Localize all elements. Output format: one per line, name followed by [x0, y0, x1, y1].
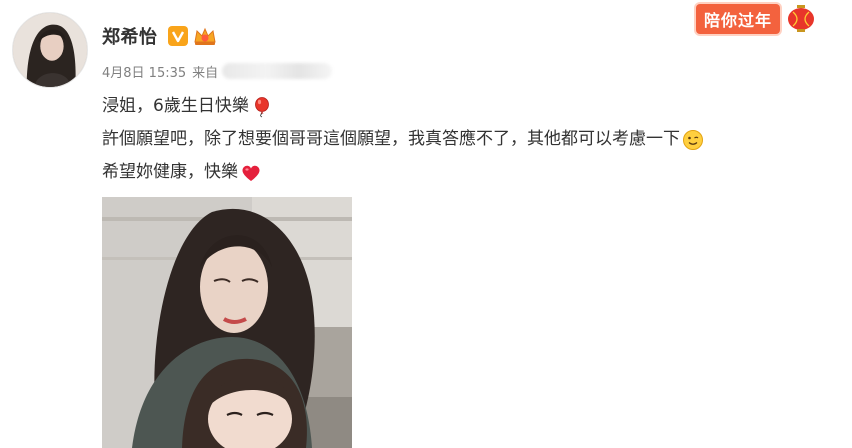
- post-source-label: 来自: [192, 65, 219, 81]
- post-header: 郑希怡: [102, 22, 217, 50]
- post-time[interactable]: 4月8日 15:35: [102, 62, 186, 81]
- photo-image: [102, 197, 352, 448]
- verified-v-icon[interactable]: [167, 26, 188, 46]
- post-line-1: 浸姐，6歲生日快樂: [102, 90, 847, 123]
- post-photo[interactable]: [102, 197, 352, 448]
- avatar[interactable]: [12, 12, 88, 88]
- avatar-image: [13, 13, 87, 87]
- banner-label: 陪你过年: [696, 4, 781, 34]
- post-line-text: 浸姐，6歲生日快樂: [102, 96, 249, 116]
- balloon-icon: [254, 96, 269, 117]
- new-year-banner[interactable]: 陪你过年: [696, 4, 828, 34]
- post-line-text: 希望妳健康，快樂: [102, 162, 238, 182]
- lantern-icon: [788, 5, 815, 32]
- post-source-redacted: [222, 63, 333, 79]
- post-meta: 4月8日 15:35 来自: [102, 62, 333, 81]
- post-line-text: 許個願望吧，除了想要個哥哥這個願望，我真答應不了，其他都可以考慮一下: [102, 129, 680, 149]
- post-line-2: 許個願望吧，除了想要個哥哥這個願望，我真答應不了，其他都可以考慮一下: [102, 123, 847, 156]
- red-heart-icon: [242, 165, 260, 181]
- wink-face-icon: [683, 129, 703, 150]
- post-line-3: 希望妳健康，快樂: [102, 156, 847, 189]
- post-content: 浸姐，6歲生日快樂 許個願望吧，除了想要個哥哥這個願望，我真答應不了，其他都可以…: [102, 90, 847, 189]
- username[interactable]: 郑希怡: [102, 23, 158, 49]
- crown-member-icon[interactable]: [193, 26, 217, 46]
